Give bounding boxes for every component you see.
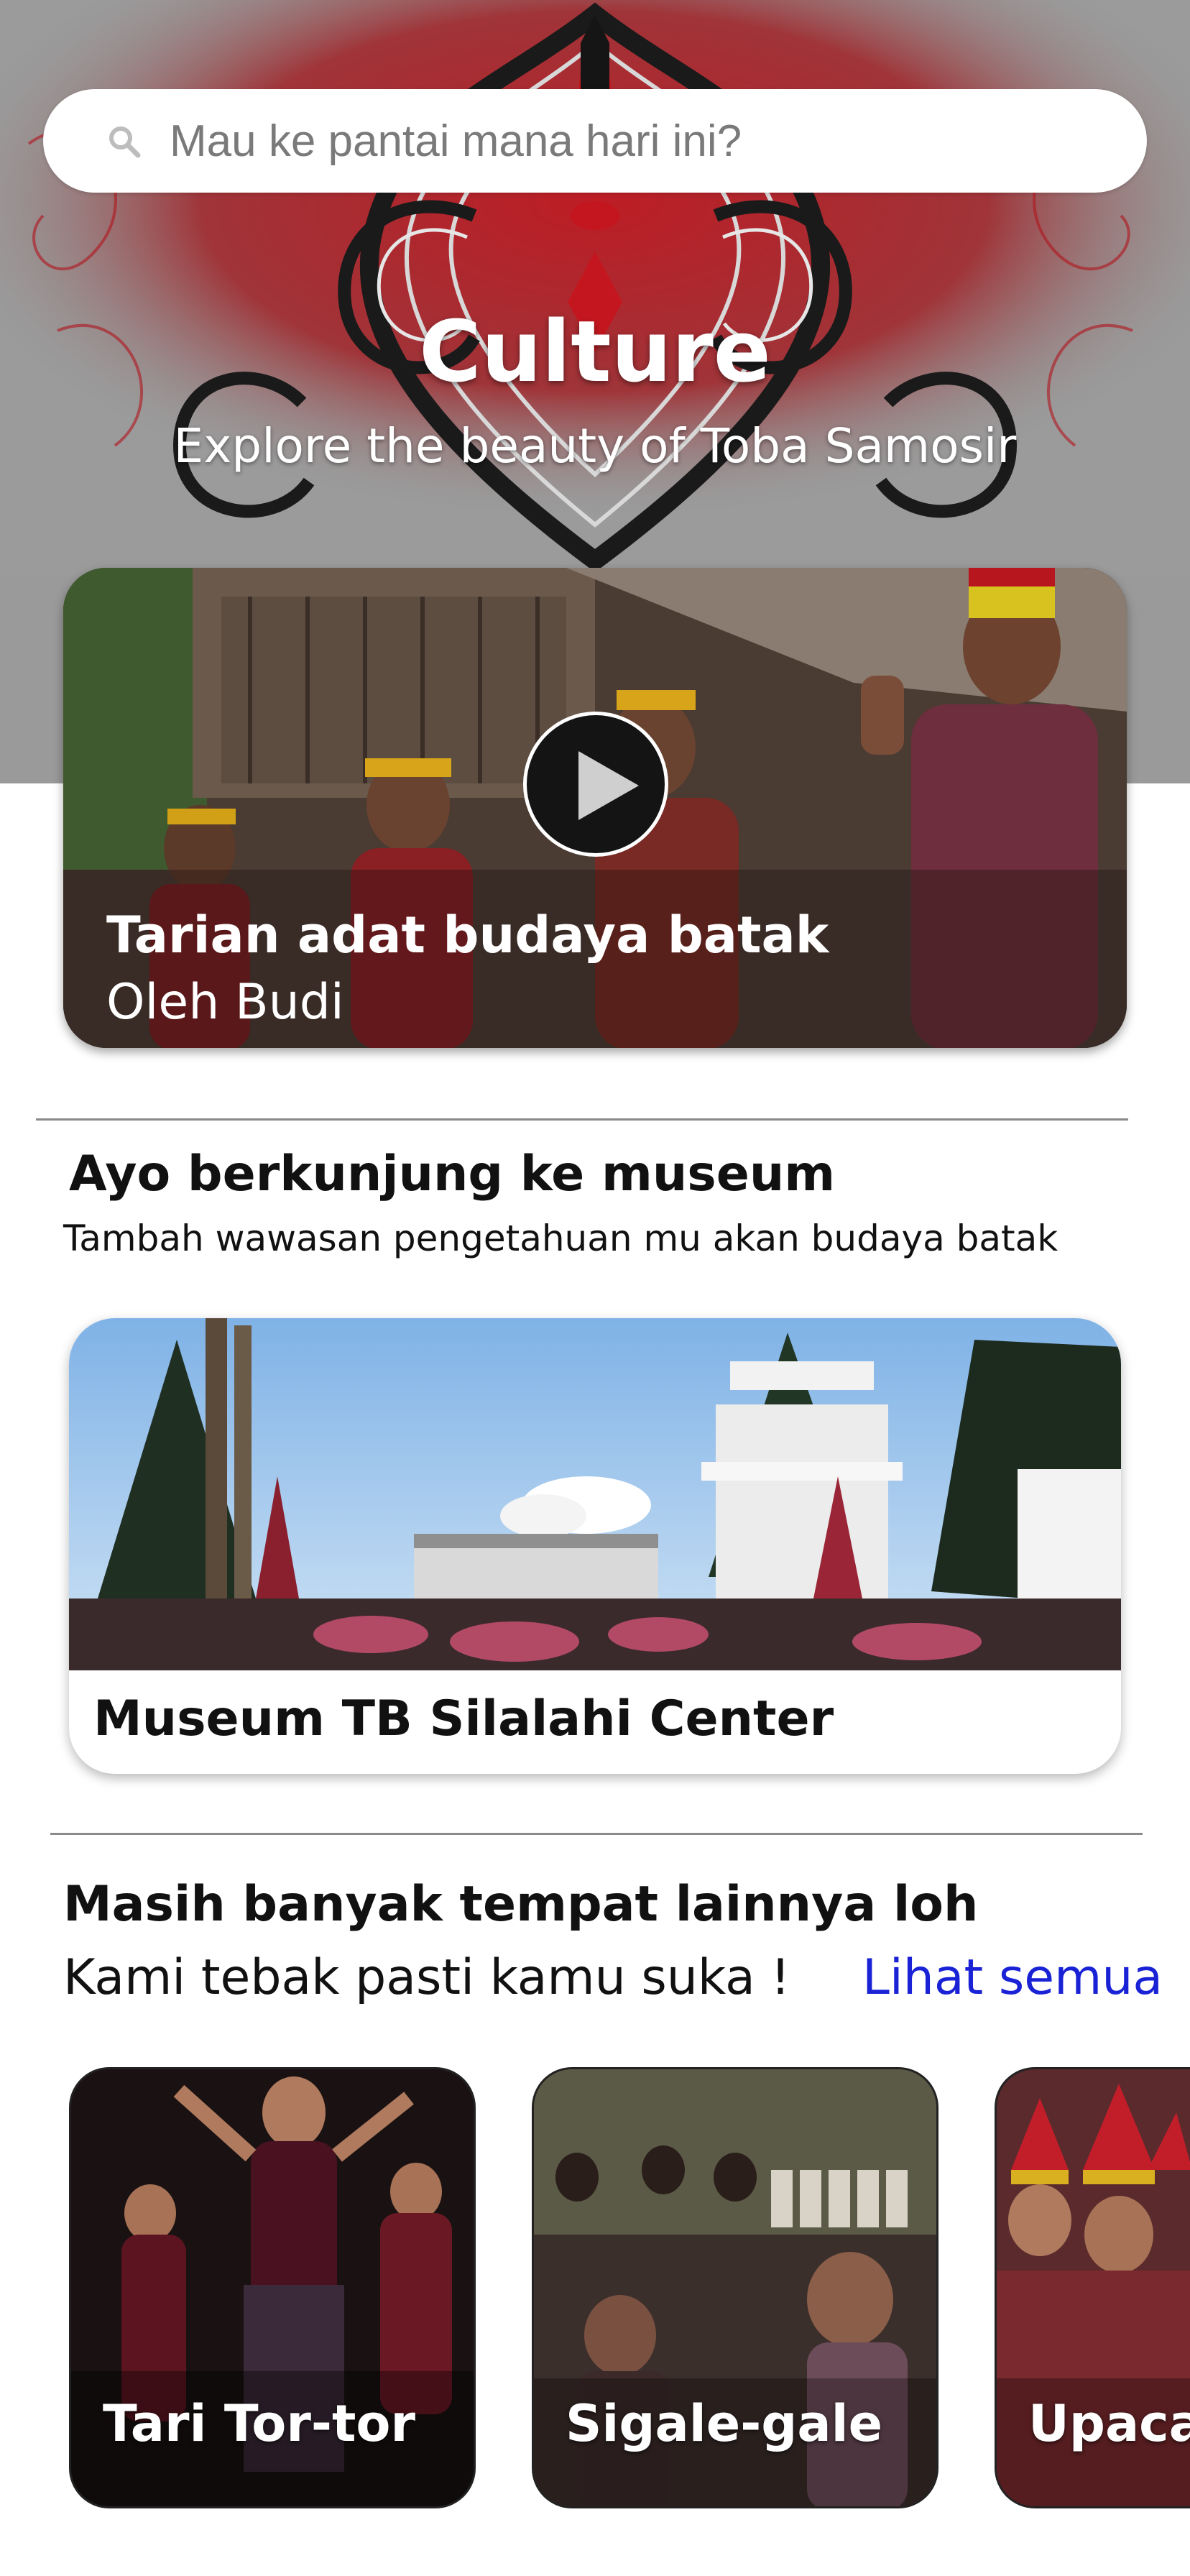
page-title: Culture [419, 302, 771, 401]
section-divider [50, 1833, 1143, 1835]
video-author: Oleh Budi [106, 974, 344, 1031]
see-all-link[interactable]: Lihat semua [862, 1949, 1163, 2006]
place-tile-label: Sigale-gale [566, 2394, 883, 2453]
place-tile-label: Upaca [1028, 2394, 1190, 2453]
museum-name: Museum TB Silalahi Center [93, 1690, 834, 1747]
search-bar[interactable] [43, 89, 1147, 193]
more-section-subtitle: Kami tebak pasti kamu suka ! [63, 1949, 790, 2006]
play-button[interactable] [523, 712, 668, 857]
place-tile-label: Tari Tor-tor [103, 2394, 416, 2453]
place-tile-upacara[interactable]: Upaca [995, 2067, 1190, 2508]
search-icon [109, 126, 141, 158]
place-tile-sigale-gale[interactable]: Sigale-gale [532, 2067, 938, 2508]
section-divider [36, 1118, 1128, 1121]
museum-photo [69, 1318, 1121, 1670]
place-tile-tor-tor[interactable]: Tari Tor-tor [69, 2067, 476, 2508]
featured-video-card[interactable]: Tarian adat budaya batak Oleh Budi [63, 568, 1127, 1048]
museum-section-title: Ayo berkunjung ke museum [69, 1146, 836, 1202]
page-subtitle: Explore the beauty of Toba Samosir [173, 418, 1017, 474]
museum-card[interactable]: Museum TB Silalahi Center [69, 1318, 1121, 1774]
more-section-title: Masih banyak tempat lainnya loh [63, 1876, 979, 1933]
play-icon [578, 751, 639, 820]
museum-section-subtitle: Tambah wawasan pengetahuan mu akan buday… [63, 1218, 1058, 1259]
video-title: Tarian adat budaya batak [106, 906, 829, 965]
search-input[interactable] [170, 111, 1104, 171]
